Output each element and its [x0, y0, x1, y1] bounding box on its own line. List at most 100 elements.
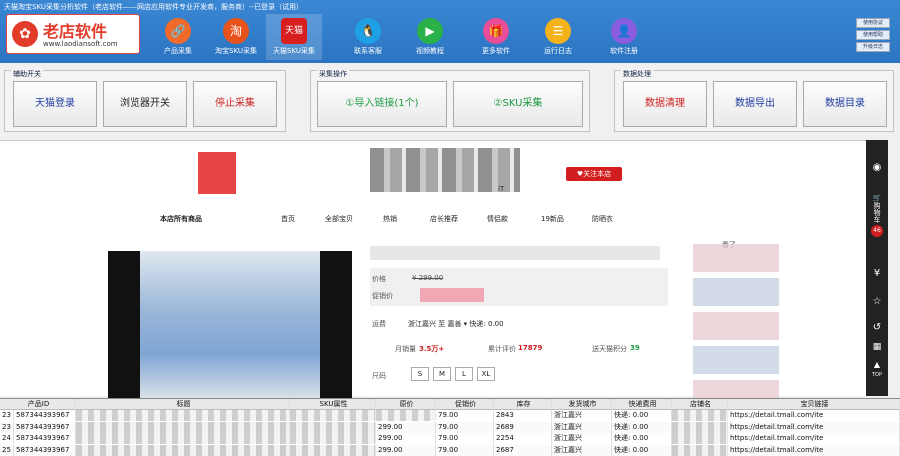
shop-nav-all[interactable]: 本店所有商品 [160, 214, 202, 224]
table-cell: 587344393967 [14, 444, 76, 456]
table-cell: 587344393967 [14, 410, 76, 421]
nav-contact-support-button[interactable]: 🐧 联系客服 [340, 14, 396, 60]
nav-run-log-button[interactable]: ☰ 运行日志 [530, 14, 586, 60]
row-number: 23 [0, 421, 14, 433]
shop-nav-new[interactable]: 19新品 [541, 214, 564, 224]
reviews-value: 17879 [518, 344, 543, 352]
sku-collect-button[interactable]: ②SKU采集 [453, 81, 583, 127]
gift-icon: 🎁 [483, 18, 509, 44]
tmall-login-button[interactable]: 天猫登录 [13, 81, 97, 127]
table-cell [290, 444, 376, 456]
price-value: ¥ 299.00 [412, 274, 444, 282]
row-number: 24 [0, 433, 14, 444]
size-s[interactable]: S [411, 367, 429, 381]
size-xl[interactable]: XL [477, 367, 495, 381]
price-label: 价格 [372, 275, 386, 283]
shipping-value[interactable]: 浙江嘉兴 至 嘉善 ▾ 快递: 0.00 [408, 319, 504, 329]
stop-collect-button[interactable]: 停止采集 [193, 81, 277, 127]
top-label: TOP [871, 372, 882, 378]
shop-nav-recommend[interactable]: 店长推荐 [430, 214, 458, 224]
history-icon[interactable]: ↺ [866, 322, 888, 333]
upgrade-log-button[interactable]: 升级日志 [856, 42, 890, 52]
table-row[interactable]: 23 587344393967 79.00 2843 浙江嘉兴 快递: 0.00 https… [0, 410, 900, 421]
agreement-button[interactable]: 使用协议 [856, 18, 890, 28]
table-cell: 587344393967 [14, 433, 76, 444]
table-cell: 快递: 0.00 [612, 433, 672, 444]
star-icon[interactable]: ☆ [866, 296, 888, 307]
shop-nav-couple[interactable]: 情侣款 [487, 214, 508, 224]
grid-column-header[interactable]: 店铺名 [672, 399, 728, 410]
shop-nav-hot[interactable]: 热销 [383, 214, 397, 224]
grid-column-header[interactable]: 原价 [376, 399, 436, 410]
group-data: 数据处理 数据清理 数据导出 数据目录 [614, 69, 894, 132]
title-bar: 天猫淘宝SKU采集分析软件（老店软件——网店应用软件专业开发商，服务商）--已登… [0, 0, 900, 63]
shop-logo [198, 152, 236, 194]
qr-icon[interactable]: ▦ [866, 342, 888, 352]
table-cell: 299.00 [376, 433, 436, 444]
table-cell: https://detail.tmall.com/ite [728, 444, 900, 456]
import-links-button[interactable]: ①导入链接(1个) [317, 81, 447, 127]
avatar-icon[interactable]: ◉ [866, 162, 888, 173]
browser-toggle-button[interactable]: 浏览器开关 [103, 81, 187, 127]
qq-penguin-icon: 🐧 [355, 18, 381, 44]
product-image[interactable] [108, 251, 352, 398]
promo-label: 促销价 [372, 292, 393, 300]
grid-column-header[interactable]: 宝贝链接 [728, 399, 900, 410]
table-cell: 快递: 0.00 [612, 410, 672, 421]
size-m[interactable]: M [433, 367, 451, 381]
table-cell [290, 421, 376, 433]
table-row[interactable]: 24 587344393967 299.00 79.00 2254 浙江嘉兴 快递: 0.0… [0, 433, 900, 444]
table-cell [672, 410, 728, 421]
nav-taobao-sku-button[interactable]: 淘淘宝SKU采集 [208, 14, 264, 60]
follow-shop-button[interactable]: ♥关注本店 [566, 167, 622, 181]
grid-column-header[interactable]: SKU属性 [290, 399, 376, 410]
grid-column-header[interactable]: 快递费用 [612, 399, 672, 410]
shop-nav-home[interactable]: 首页 [281, 214, 295, 224]
table-cell [672, 444, 728, 456]
table-cell: 79.00 [436, 421, 494, 433]
table-cell [290, 433, 376, 444]
grid-column-header[interactable]: 促销价 [436, 399, 494, 410]
cart-button[interactable]: 🛒 购物车 46 [866, 194, 888, 237]
table-row[interactable]: 23 587344393967 299.00 79.00 2689 浙江嘉兴 快递: 0.0… [0, 421, 900, 433]
table-cell: 浙江嘉兴 [552, 421, 612, 433]
grid-column-header[interactable]: 发货城市 [552, 399, 612, 410]
grid-column-header[interactable]: 产品ID [0, 399, 76, 410]
grid-column-header[interactable]: 库存 [494, 399, 552, 410]
table-cell: 快递: 0.00 [612, 444, 672, 456]
nav-register-button[interactable]: 👤 软件注册 [596, 14, 652, 60]
nav-product-collect-button[interactable]: 🔗 产品采集 [150, 14, 206, 60]
nav-label: 更多软件 [482, 47, 510, 55]
group-assist: 辅助开关 天猫登录 浏览器开关 停止采集 [4, 69, 286, 132]
yen-icon[interactable]: ¥ [866, 268, 888, 279]
table-row[interactable]: 25 587344393967 299.00 79.00 2687 浙江嘉兴 快递: 0.0… [0, 444, 900, 456]
shop-nav-sunwear[interactable]: 防晒衣 [592, 214, 613, 224]
table-cell [290, 410, 376, 421]
monthly-sales-label: 月销量 [395, 345, 416, 353]
nav-label: 淘宝SKU采集 [215, 47, 257, 55]
table-cell: 587344393967 [14, 421, 76, 433]
data-folder-button[interactable]: 数据目录 [803, 81, 887, 127]
logo-url: www.laodiansoft.com [43, 40, 118, 48]
table-cell: https://detail.tmall.com/ite [728, 410, 900, 421]
data-export-button[interactable]: 数据导出 [713, 81, 797, 127]
nav-label: 天猫SKU采集 [273, 47, 315, 55]
play-icon: ▶ [417, 18, 443, 44]
nav-tmall-sku-button[interactable]: 天猫 天猫SKU采集 [266, 14, 322, 60]
table-cell [376, 410, 436, 421]
size-l[interactable]: L [455, 367, 473, 381]
nav-video-tutorial-button[interactable]: ▶ 视频教程 [402, 14, 458, 60]
top-button[interactable]: ▲ TOP [866, 360, 888, 378]
table-cell [672, 421, 728, 433]
table-cell: https://detail.tmall.com/ite [728, 433, 900, 444]
grid-header: 产品ID 标题 SKU属性 原价 促销价 库存 发货城市 快递费用 店铺名 宝贝链接 [0, 399, 900, 410]
shop-nav-all-items[interactable]: 全部宝贝 [325, 214, 353, 224]
data-clean-button[interactable]: 数据清理 [623, 81, 707, 127]
help-button[interactable]: 使用帮助 [856, 30, 890, 40]
recommend-thumbnails[interactable] [693, 244, 779, 398]
grid-column-header[interactable]: 标题 [76, 399, 290, 410]
size-label: 尺码 [372, 372, 386, 380]
nav-label: 软件注册 [610, 47, 638, 55]
app-logo: ✿ 老店软件 www.laodiansoft.com [6, 14, 140, 54]
nav-more-software-button[interactable]: 🎁 更多软件 [468, 14, 524, 60]
